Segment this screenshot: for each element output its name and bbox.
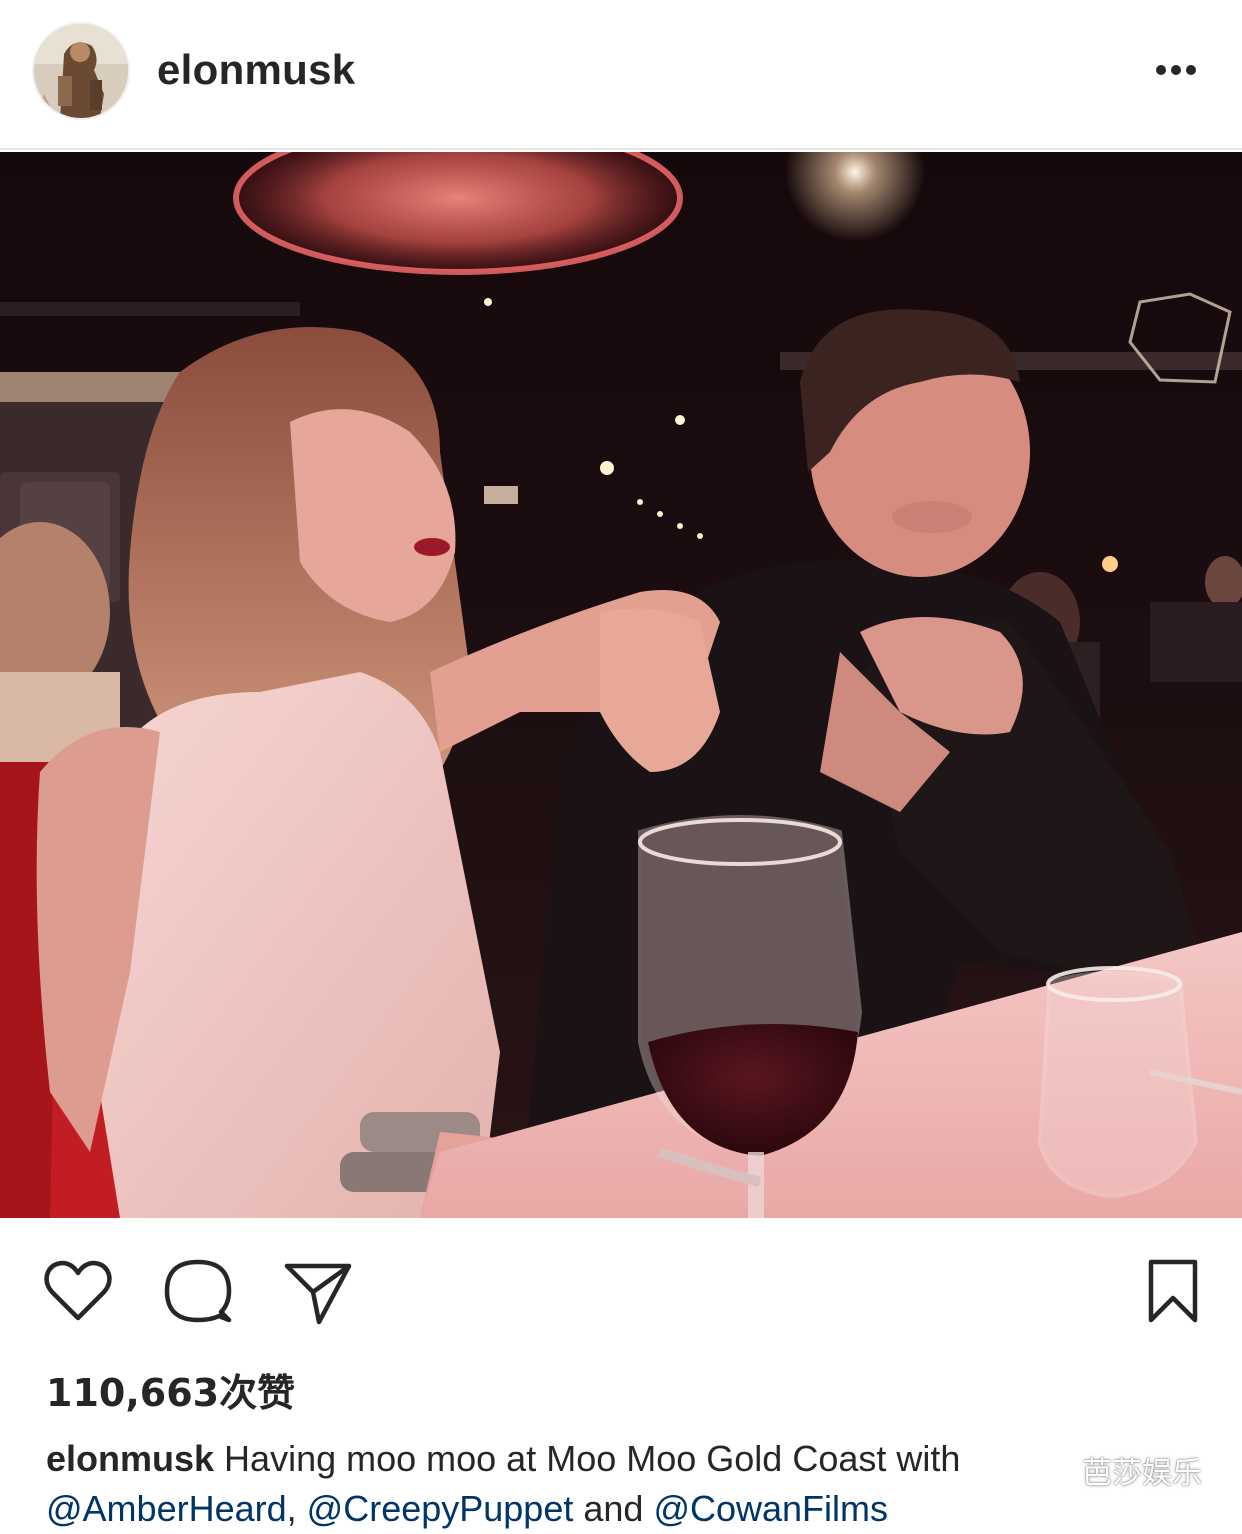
caption-separator: and [573, 1488, 654, 1529]
restaurant-photo [0, 152, 1242, 1218]
post-caption: elonmusk Having moo moo at Moo Moo Gold … [46, 1434, 1206, 1534]
bookmark-icon[interactable] [1145, 1258, 1201, 1324]
caption-text: Having moo moo at Moo Moo Gold Coast wit… [214, 1438, 961, 1479]
likes-suffix: 次赞 [219, 1371, 296, 1415]
caption-username[interactable]: elonmusk [46, 1438, 214, 1479]
mention-link[interactable]: @CreepyPuppet [307, 1488, 574, 1529]
share-icon[interactable] [283, 1260, 353, 1326]
mention-link[interactable]: @CowanFilms [653, 1488, 888, 1529]
watermark: 芭莎娱乐 [1034, 1444, 1202, 1496]
mention-link[interactable]: @AmberHeard [46, 1488, 287, 1529]
caption-separator: , [286, 1488, 307, 1529]
avatar[interactable] [34, 24, 128, 118]
post-photo[interactable] [0, 152, 1242, 1218]
post-username[interactable]: elonmusk [157, 46, 355, 94]
likes-number: 110,663 [46, 1371, 220, 1415]
post-header: elonmusk [0, 0, 1242, 150]
watermark-text: 芭莎娱乐 [1082, 1456, 1202, 1491]
heart-icon[interactable] [43, 1258, 113, 1324]
more-horizontal-icon[interactable] [1146, 50, 1206, 90]
instagram-post: elonmusk 110,663次赞 elonmusk Having moo m… [0, 0, 1242, 1530]
likes-count[interactable]: 110,663次赞 [46, 1362, 295, 1417]
comment-icon[interactable] [163, 1258, 233, 1324]
avatar-image [34, 24, 128, 118]
wechat-icon [1034, 1454, 1073, 1485]
